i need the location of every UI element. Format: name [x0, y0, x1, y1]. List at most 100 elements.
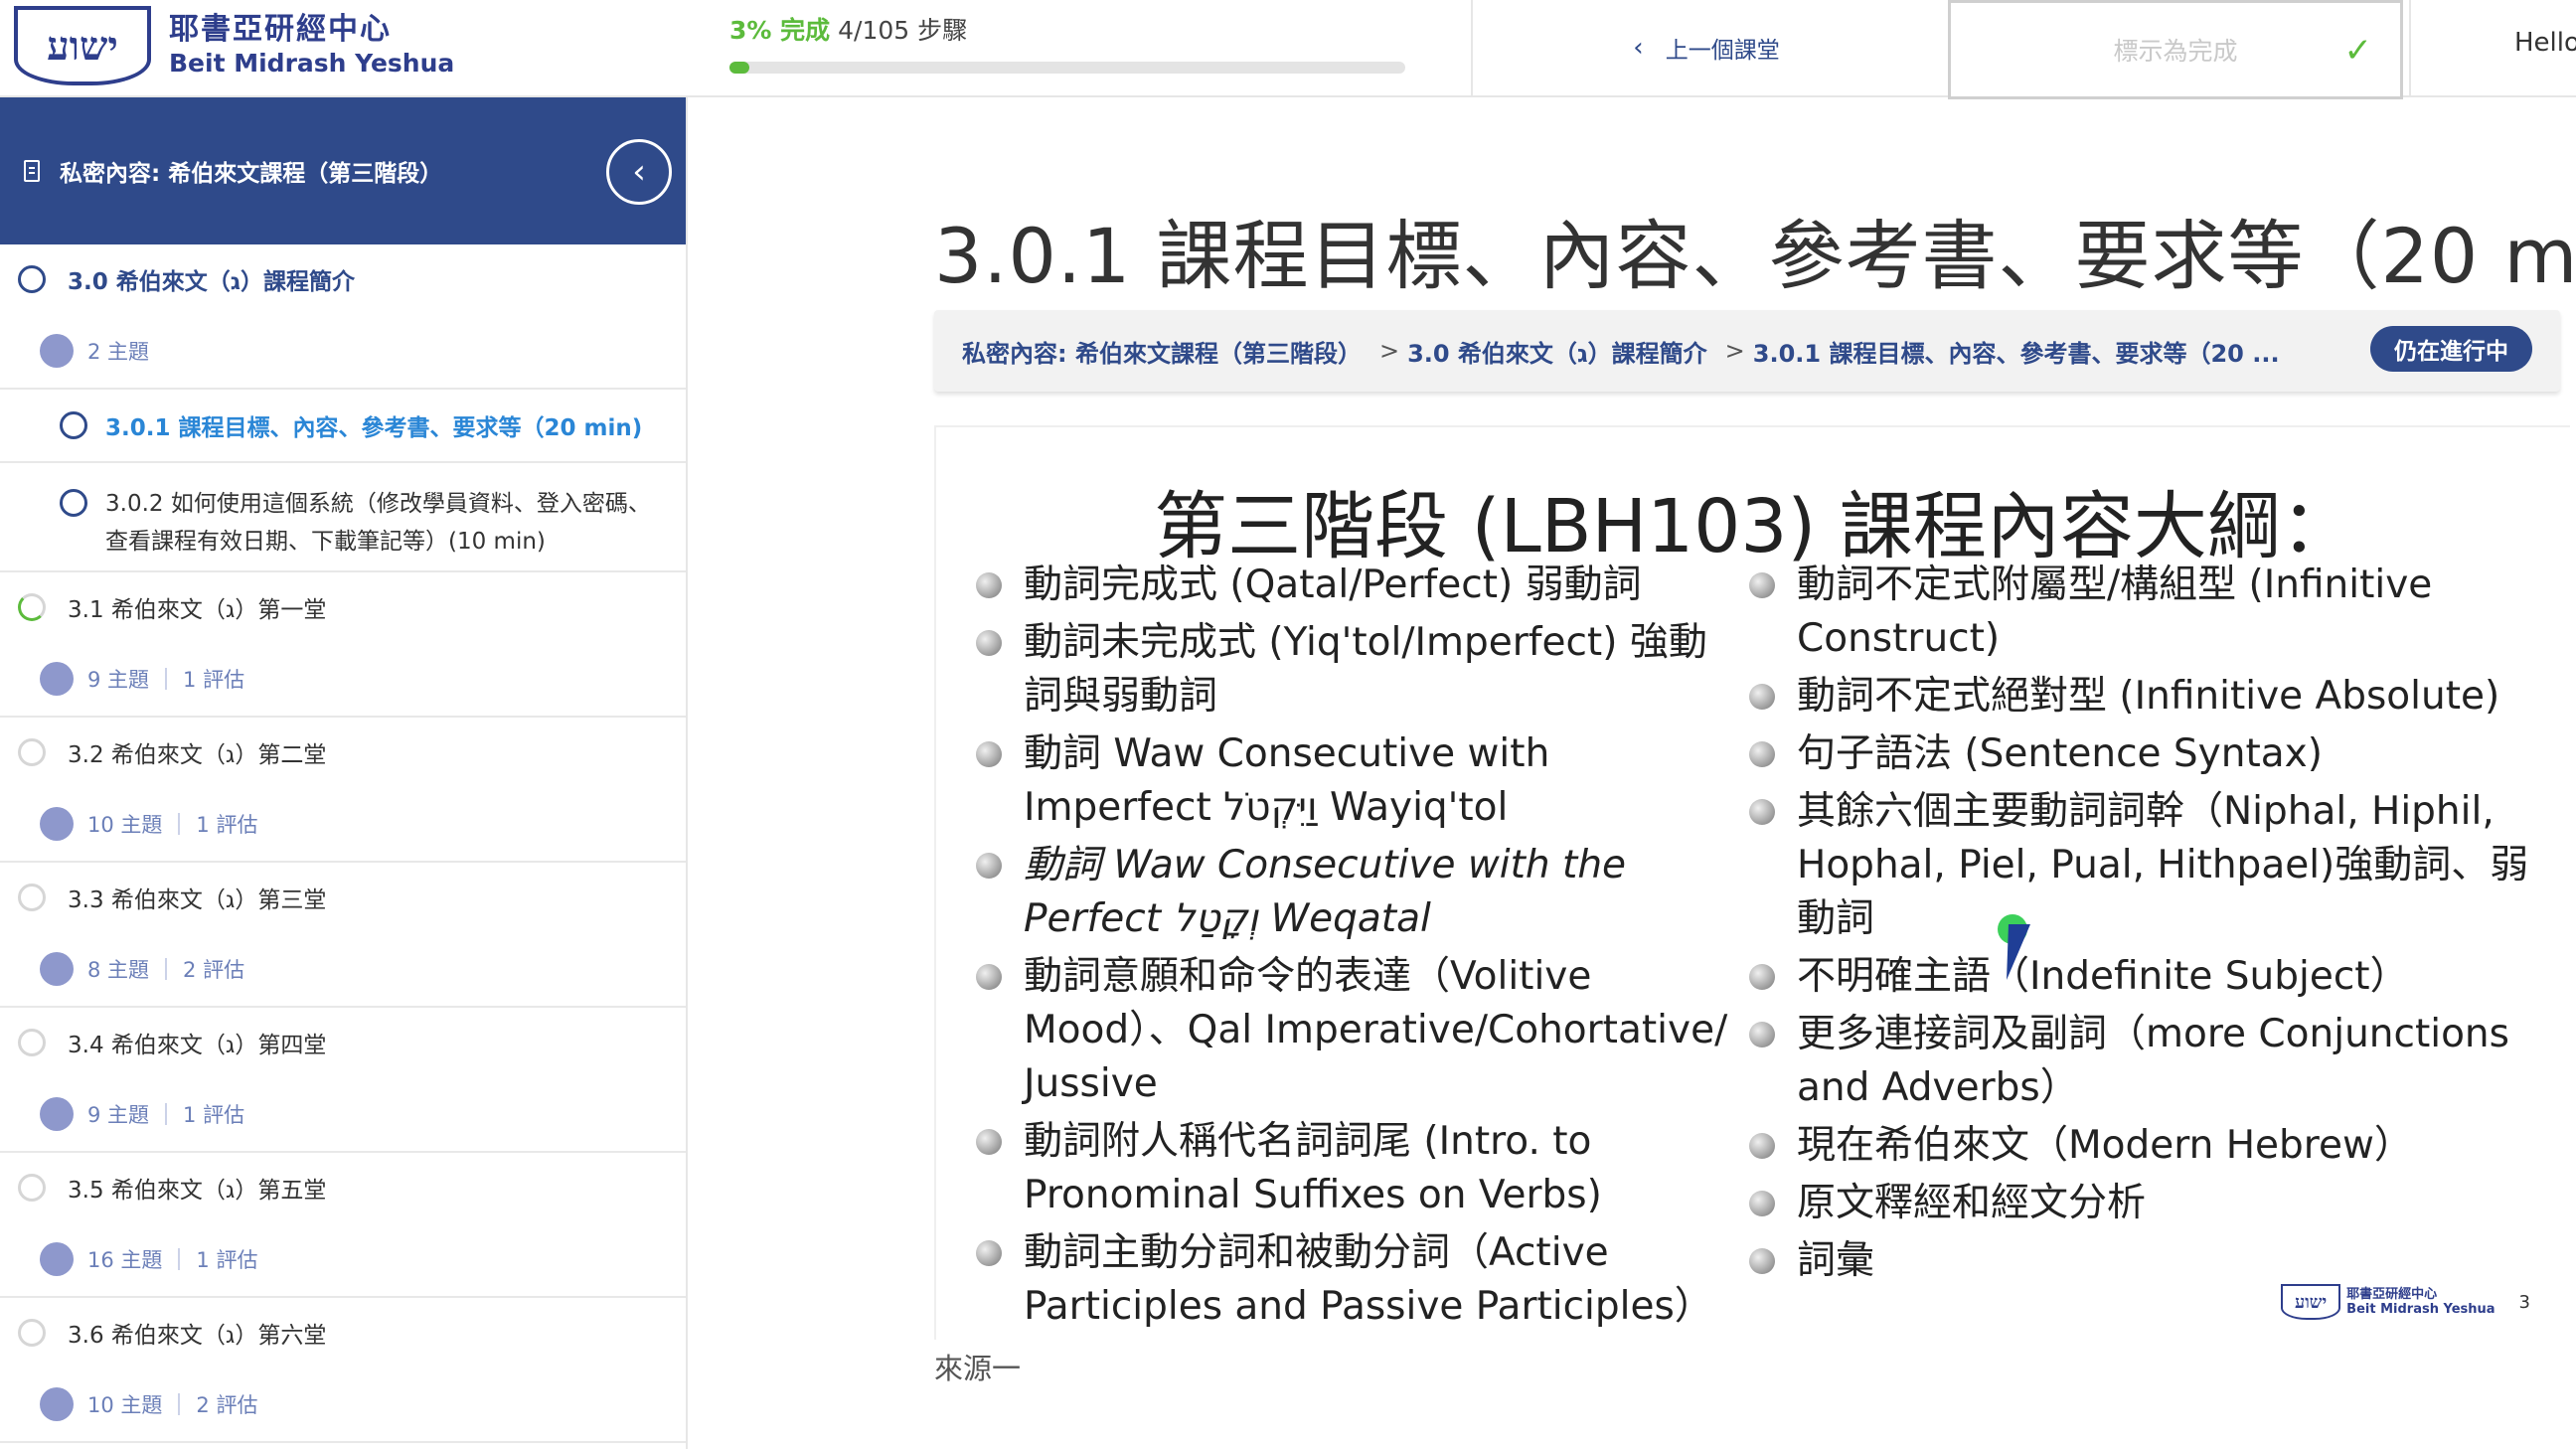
lesson-title: 3.0.1 課程目標、內容、參考書、要求等（20 min) — [105, 415, 643, 441]
section-meta[interactable]: 9 主題 1 評估 — [0, 1077, 686, 1151]
sidebar-header: 私密內容: 希伯來文課程（第三階段） ‹ — [0, 97, 686, 244]
divider — [178, 1248, 181, 1270]
assessments-count: 1 評估 — [196, 813, 258, 837]
slide-outline-left: 動詞完成式 (Qatal/Perfect) 弱動詞 動詞未完成式 (Yiq'to… — [976, 559, 1731, 1338]
outline-item: 現在希伯來文（Modern Hebrew） — [1749, 1119, 2564, 1173]
status-ring-icon — [60, 411, 87, 439]
outline-item: 動詞 Waw Consecutive with the Perfect וְקָ… — [976, 839, 1731, 946]
outline-item: 動詞意願和命令的表達（Volitive Mood）、Qal Imperative… — [976, 950, 1731, 1111]
sidebar-course-title[interactable]: 私密內容: 希伯來文課程（第三階段） — [60, 154, 442, 188]
section-title-label: 3.5 希伯來文（ג）第五堂 — [68, 1178, 327, 1204]
collapse-sidebar-button[interactable]: ‹ — [606, 139, 672, 205]
outline-item: 動詞不定式附屬型/構組型 (Infinitive Construct) — [1749, 559, 2564, 666]
divider — [178, 1393, 181, 1415]
slide-title: 第三階段 (LBH103) 課程內容大綱： — [1154, 484, 2354, 569]
section-meta[interactable]: 10 主題 1 評估 — [0, 787, 686, 861]
breadcrumb-item[interactable]: 3.0 希伯來文（ג）課程簡介 — [1407, 334, 1707, 369]
sidebar-section: 3.5 希伯來文（ג）第五堂 16 主題 1 評估 — [0, 1153, 686, 1298]
sidebar-section-title[interactable]: 3.5 希伯來文（ג）第五堂 — [0, 1153, 686, 1222]
progress-bar — [729, 62, 1405, 74]
divider — [178, 813, 181, 835]
previous-lesson-button[interactable]: ‹ 上一個課堂 — [1473, 0, 1940, 95]
progress-steps: 4/105 步驟 — [838, 16, 968, 45]
source-label: 來源一 — [934, 1352, 1022, 1385]
sidebar-lesson[interactable]: 3.0.2 如何使用這個系統（修改學員資料、登入密碼、查看課程有效日期、下載筆記… — [0, 461, 686, 570]
section-title-label: 3.0 希伯來文（ג）課程簡介 — [68, 269, 356, 295]
sidebar-section: 3.2 希伯來文（ג）第二堂 10 主題 1 評估 — [0, 718, 686, 863]
section-meta[interactable]: 9 主題 1 評估 — [0, 642, 686, 716]
logo-name-en: Beit Midrash Yeshua — [169, 49, 455, 78]
sidebar-section: 3.0 希伯來文（ג）課程簡介 2 主題 3.0.1 課程目標、內容、參考書、要… — [0, 244, 686, 572]
sidebar-section-title[interactable]: 3.4 希伯來文（ג）第四堂 — [0, 1008, 686, 1077]
status-ring-icon — [18, 593, 46, 621]
user-greeting[interactable]: Hello — [2514, 28, 2576, 58]
outline-item: 其餘六個主要動詞詞幹（Niphal, Hiphil, Hophal, Piel,… — [1749, 785, 2564, 946]
sidebar-section-title[interactable]: 3.2 希伯來文（ג）第二堂 — [0, 718, 686, 787]
status-ring-icon — [18, 738, 46, 766]
assessments-count: 1 評估 — [183, 1103, 245, 1127]
topics-count: 9 主題 — [87, 1103, 150, 1127]
topics-count: 16 主題 — [87, 1248, 163, 1272]
section-meta[interactable]: 16 主題 1 評估 — [0, 1222, 686, 1296]
status-ring-icon — [60, 489, 87, 517]
assessments-count: 1 評估 — [196, 1248, 258, 1272]
section-meta[interactable]: 8 主題 2 評估 — [0, 932, 686, 1006]
topics-dot-icon — [40, 952, 74, 986]
sidebar-section-title[interactable]: 3.6 希伯來文（ג）第六堂 — [0, 1298, 686, 1368]
breadcrumb-separator: > — [1724, 337, 1745, 365]
breadcrumb-separator: > — [1378, 337, 1400, 365]
sidebar-section: 3.3 希伯來文（ג）第三堂 8 主題 2 評估 — [0, 863, 686, 1008]
chevron-left-icon: ‹ — [1633, 33, 1644, 63]
topics-dot-icon — [40, 1387, 74, 1421]
breadcrumb: 私密內容: 希伯來文課程（第三階段） > 3.0 希伯來文（ג）課程簡介 > 3… — [934, 310, 2560, 392]
cursor-arrow-icon — [2007, 924, 2030, 980]
course-sidebar: 私密內容: 希伯來文課程（第三階段） ‹ 3.0 希伯來文（ג）課程簡介 2 主… — [0, 97, 688, 1449]
sidebar-section: 3.1 希伯來文（ג）第一堂 9 主題 1 評估 — [0, 572, 686, 718]
topics-dot-icon — [40, 1242, 74, 1276]
sidebar-section-title[interactable]: 3.1 希伯來文（ג）第一堂 — [0, 572, 686, 642]
outline-item: 動詞主動分詞和被動分詞（Active Participles and Passi… — [976, 1226, 1731, 1334]
divider — [165, 668, 168, 690]
slide-logo: ישוע 耶書亞研經中心 Beit Midrash Yeshua 3 — [2281, 1284, 2530, 1320]
sidebar-section-title[interactable]: 3.0 希伯來文（ג）課程簡介 — [0, 244, 686, 314]
outline-item: 詞彙 — [1749, 1234, 2564, 1288]
sidebar-lesson-current[interactable]: 3.0.1 課程目標、內容、參考書、要求等（20 min) — [0, 388, 686, 461]
lesson-content: 3.0.1 課程目標、內容、參考書、要求等（20 min) 私密內容: 希伯來文… — [690, 97, 2576, 1449]
section-title-label: 3.2 希伯來文（ג）第二堂 — [68, 742, 327, 768]
divider — [165, 1103, 168, 1125]
topics-dot-icon — [40, 1097, 74, 1131]
lesson-title: 3.0.2 如何使用這個系統（修改學員資料、登入密碼、查看課程有效日期、下載筆記… — [105, 491, 651, 555]
topics-dot-icon — [40, 662, 74, 696]
section-title-label: 3.3 希伯來文（ג）第三堂 — [68, 887, 327, 913]
chevron-left-icon: ‹ — [632, 152, 646, 192]
topics-count: 9 主題 — [87, 668, 150, 692]
outline-item: 動詞附人稱代名詞詞尾 (Intro. to Pronominal Suffixe… — [976, 1115, 1731, 1222]
outline-item: 更多連接詞及副詞（more Conjunctions and Adverbs） — [1749, 1008, 2564, 1115]
topics-count: 10 主題 — [87, 1393, 163, 1417]
status-badge: 仍在進行中 — [2370, 326, 2532, 372]
section-title-label: 3.6 希伯來文（ג）第六堂 — [68, 1323, 327, 1349]
site-logo[interactable]: ישוע 耶書亞研經中心 Beit Midrash Yeshua — [14, 6, 454, 85]
topics-dot-icon — [40, 807, 74, 841]
outline-item: 動詞 Waw Consecutive with Imperfect וַיִּק… — [976, 727, 1731, 835]
section-title-label: 3.4 希伯來文（ג）第四堂 — [68, 1033, 327, 1058]
breadcrumb-item[interactable]: 3.0.1 課程目標、內容、參考書、要求等（20 ... — [1753, 334, 2280, 369]
section-meta[interactable]: 2 主題 — [0, 314, 686, 388]
mark-complete-button[interactable]: 標示為完成 ✓ — [1948, 0, 2403, 99]
assessments-count: 1 評估 — [183, 668, 245, 692]
slide-page-number: 3 — [2518, 1291, 2530, 1313]
topics-count: 10 主題 — [87, 813, 163, 837]
mark-complete-label: 標示為完成 — [2113, 37, 2238, 66]
section-title-label: 3.1 希伯來文（ג）第一堂 — [68, 597, 327, 623]
section-meta[interactable]: 10 主題 2 評估 — [0, 1368, 686, 1441]
check-icon: ✓ — [2343, 31, 2373, 71]
assessments-count: 2 評估 — [183, 958, 245, 982]
breadcrumb-item[interactable]: 私密內容: 希伯來文課程（第三階段） — [962, 334, 1362, 369]
sidebar-section-title[interactable]: 3.3 希伯來文（ג）第三堂 — [0, 863, 686, 932]
divider — [2409, 0, 2411, 97]
outline-item: 動詞不定式絕對型 (Infinitive Absolute) — [1749, 670, 2564, 724]
status-ring-icon — [18, 1174, 46, 1202]
sidebar-section: 3.6 希伯來文（ג）第六堂 10 主題 2 評估 — [0, 1298, 686, 1443]
slide-outline-right: 動詞不定式附屬型/構組型 (Infinitive Construct) 動詞不定… — [1749, 559, 2564, 1292]
status-ring-icon — [18, 884, 46, 911]
